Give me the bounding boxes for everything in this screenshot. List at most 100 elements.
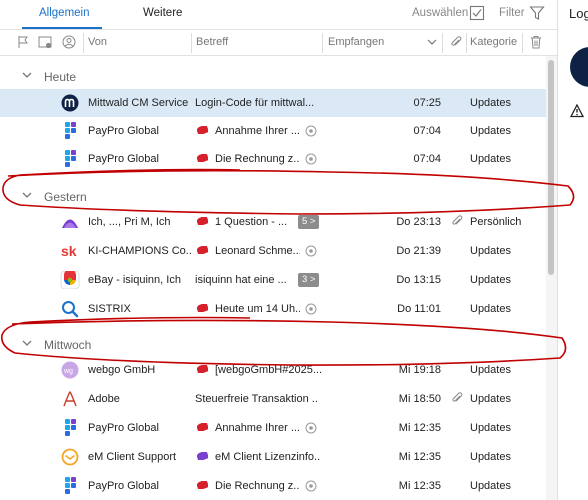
sender: PayPro Global (88, 422, 159, 434)
list-item[interactable]: Mittwald CM Service Login-Code für mittw… (0, 89, 546, 117)
attachment-icon (452, 215, 463, 225)
sender: webgo GmbH (88, 364, 156, 376)
column-kategorie[interactable]: Kategorie (470, 36, 517, 48)
subject: Annahme Ihrer ... (215, 422, 300, 434)
subject: Leonard Schme... (215, 245, 300, 257)
paypro-logo-icon (65, 122, 76, 139)
thread-count-badge[interactable]: 3 > (298, 273, 320, 287)
list-item[interactable]: SISTRIX Heute um 14 Uh... Do 11:01 Updat… (0, 295, 546, 323)
svg-text:wg: wg (63, 368, 73, 375)
sender: Ich, ..., Pri M, Ich (88, 216, 171, 228)
select-checkbox-icon[interactable] (469, 5, 485, 21)
scrollbar-thumb[interactable] (548, 60, 554, 275)
trash-column-icon[interactable] (529, 35, 543, 49)
sender: SISTRIX (88, 303, 131, 315)
select-button[interactable]: Auswählen (412, 7, 468, 19)
received-time: Do 21:39 (396, 245, 441, 257)
collapse-chevron-icon[interactable] (22, 70, 32, 80)
sender: Adobe (88, 393, 120, 405)
received-time: Mi 19:18 (398, 364, 441, 376)
subject: 1 Question - ... (215, 216, 288, 228)
list-item[interactable]: PayPro Global Die Rechnung z... Mi 12:35… (0, 472, 546, 500)
tab-allgemein[interactable]: Allgemein (39, 7, 90, 19)
sender: PayPro Global (88, 153, 159, 165)
contact-column-icon[interactable] (62, 35, 76, 49)
subject: Heute um 14 Uh... (215, 303, 300, 315)
sender-avatar (570, 47, 588, 87)
received-time: Do 13:15 (396, 274, 441, 286)
category: Updates (470, 393, 511, 405)
list-item[interactable]: Adobe Steuerfreie Transaktion ... Mi 18:… (0, 385, 546, 413)
tag-icon (197, 365, 208, 373)
received-time: Do 11:01 (397, 303, 441, 315)
read-status-column-icon[interactable] (38, 35, 52, 49)
svg-text:sk: sk (61, 243, 77, 259)
filter-funnel-icon[interactable] (529, 5, 545, 21)
tag-icon (197, 452, 208, 460)
group-label: Mittwoch (44, 338, 92, 352)
received-time: Do 23:13 (396, 216, 441, 228)
mittwald-logo-icon (61, 94, 79, 112)
list-item[interactable]: wg webgo GmbH [webgoGmbH#2025... Mi 19:1… (0, 356, 546, 384)
tag-icon (197, 423, 208, 431)
category: Updates (470, 245, 511, 257)
category: Updates (470, 422, 511, 434)
category: Updates (470, 153, 511, 165)
sender: eBay - isiquinn, Ich (88, 274, 181, 286)
list-item[interactable]: PayPro Global Die Rechnung z... 07:04 Up… (0, 145, 546, 173)
flag-column-icon[interactable] (16, 35, 30, 49)
list-item[interactable]: PayPro Global Annahme Ihrer ... 07:04 Up… (0, 117, 546, 145)
column-betreff[interactable]: Betreff (196, 36, 228, 48)
message-title: Logi (569, 6, 588, 21)
tab-weitere[interactable]: Weitere (143, 7, 182, 19)
sender: eM Client Support (88, 451, 177, 463)
message-list-pane: Allgemein Weitere Auswählen Filter Von B… (0, 0, 557, 500)
tag-icon (197, 217, 208, 225)
category: Updates (470, 274, 511, 286)
subject: eM Client Lizenzinfo... (215, 451, 320, 463)
filter-button[interactable]: Filter (499, 7, 525, 19)
active-tab-indicator (22, 27, 102, 29)
flag-status-icon[interactable] (305, 153, 317, 165)
list-item[interactable]: eM Client Support eM Client Lizenzinfo..… (0, 443, 546, 471)
collapse-chevron-icon[interactable] (22, 190, 32, 200)
list-item[interactable]: sk KI-CHAMPIONS Co... Leonard Schme... D… (0, 237, 546, 265)
flag-status-icon[interactable] (305, 303, 317, 315)
ki-champions-logo-icon: sk (61, 243, 77, 259)
thread-count-badge[interactable]: 5 > (298, 215, 320, 229)
column-empfangen[interactable]: Empfangen (328, 36, 384, 48)
list-item[interactable]: PayPro Global Annahme Ihrer ... Mi 12:35… (0, 414, 546, 442)
flag-status-icon[interactable] (305, 422, 317, 434)
attachment-icon (452, 392, 463, 402)
subject: Login-Code für mittwal... (195, 97, 315, 109)
category: Updates (470, 364, 511, 376)
tag-icon (197, 246, 208, 254)
group-label: Heute (44, 70, 77, 84)
received-time: Mi 12:35 (398, 451, 441, 463)
flag-status-icon[interactable] (305, 480, 317, 492)
received-time: Mi 18:50 (398, 393, 441, 405)
attachment-column-icon[interactable] (449, 35, 463, 49)
tag-icon (197, 304, 208, 312)
flag-status-icon[interactable] (305, 245, 317, 257)
sort-chevron-down-icon[interactable] (427, 37, 437, 47)
received-time: Mi 12:35 (398, 480, 441, 492)
subject: Steuerfreie Transaktion ... (195, 393, 317, 405)
received-time: 07:25 (413, 97, 441, 109)
list-item[interactable]: Ich, ..., Pri M, Ich 1 Question - ... 5 … (0, 208, 546, 236)
category: Updates (470, 125, 511, 137)
tag-icon (197, 126, 208, 134)
collapse-chevron-icon[interactable] (22, 338, 32, 348)
list-item[interactable]: eBay - isiquinn, Ich isiquinn hat eine .… (0, 266, 546, 294)
inbox-tabs: Allgemein Weitere Auswählen Filter (0, 0, 557, 30)
group-label: Gestern (44, 190, 87, 204)
category: Updates (470, 97, 511, 109)
column-von[interactable]: Von (88, 36, 107, 48)
category: Persönlich (470, 216, 522, 228)
received-time: 07:04 (413, 125, 441, 137)
flag-status-icon[interactable] (305, 125, 317, 137)
sender: Mittwald CM Service (88, 97, 189, 109)
received-time: Mi 12:35 (398, 422, 441, 434)
em-client-logo-icon (61, 448, 79, 466)
group-header-heute[interactable]: Heute (0, 62, 546, 92)
